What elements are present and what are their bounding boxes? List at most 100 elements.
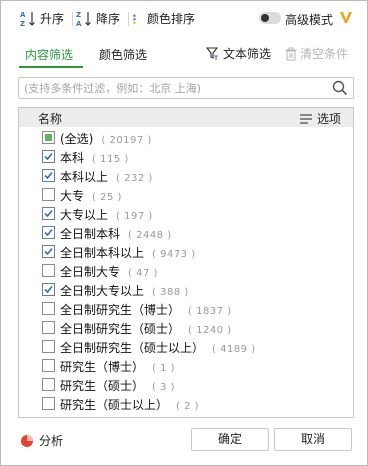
item-checkbox[interactable] xyxy=(42,302,55,315)
item-text: 全日制本科 ( 2448 ) xyxy=(60,225,172,242)
toolbar-divider xyxy=(128,12,129,26)
item-text: 研究生（硕士以上） ( 2 ) xyxy=(60,396,199,413)
item-label: 研究生（硕士以上） xyxy=(60,398,169,412)
svg-text:Z: Z xyxy=(76,11,81,19)
advanced-mode-label: 高级模式 xyxy=(285,13,334,27)
v-logo-icon[interactable] xyxy=(338,9,354,25)
item-count: ( 4189 ) xyxy=(212,344,256,355)
list-item[interactable]: 全日制研究生（硕士以上） ( 4189 ) xyxy=(19,337,353,356)
item-text: 研究生（博士） ( 1 ) xyxy=(60,358,175,375)
item-checkbox[interactable] xyxy=(42,169,55,182)
list-item[interactable]: 全日制本科 ( 2448 ) xyxy=(19,223,353,242)
item-checkbox[interactable] xyxy=(42,150,55,163)
list-item[interactable]: 全日制本科以上 ( 9473 ) xyxy=(19,242,353,261)
toolbar-divider xyxy=(72,12,73,26)
search-icon[interactable] xyxy=(332,80,348,96)
list-header: 名称 选项 xyxy=(19,108,353,127)
item-count: ( 232 ) xyxy=(116,173,153,184)
list-item[interactable]: 大专以上 ( 197 ) xyxy=(19,204,353,223)
sort-descending-button[interactable]: Z A 降序 xyxy=(76,7,120,29)
item-text: 全日制研究生（硕士） ( 1240 ) xyxy=(60,320,232,337)
list-item[interactable]: 研究生（硕士以上） ( 2 ) xyxy=(19,394,353,413)
item-label: 本科以上 xyxy=(60,170,109,184)
clear-conditions-label: 清空条件 xyxy=(300,47,349,61)
sort-descending-label: 降序 xyxy=(96,11,121,26)
options-button[interactable]: 选项 xyxy=(299,110,341,127)
item-label: 全日制大专 xyxy=(60,265,121,279)
svg-text:A: A xyxy=(76,20,82,27)
item-label: 全日制研究生（硕士） xyxy=(60,322,181,336)
active-tab-indicator xyxy=(19,66,83,68)
item-count: ( 3 ) xyxy=(152,382,176,393)
item-checkbox[interactable] xyxy=(42,226,55,239)
list-item[interactable]: 大专 ( 25 ) xyxy=(19,185,353,204)
search-input[interactable] xyxy=(24,80,324,96)
item-label: 大专 xyxy=(60,189,85,203)
list-item[interactable]: 本科以上 ( 232 ) xyxy=(19,166,353,185)
item-count: ( 2 ) xyxy=(176,401,200,412)
item-label: 全日制研究生（博士） xyxy=(60,303,181,317)
checkmark-icon xyxy=(44,247,53,256)
item-text: 全日制本科以上 ( 9473 ) xyxy=(60,244,196,261)
select-all-checkbox[interactable] xyxy=(42,131,55,144)
svg-text:A: A xyxy=(20,11,26,19)
sort-ascending-button[interactable]: A Z 升序 xyxy=(20,7,64,29)
advanced-mode-toggle[interactable] xyxy=(259,12,281,24)
item-count: ( 1240 ) xyxy=(188,325,232,336)
analyze-button[interactable]: 分析 xyxy=(20,432,63,449)
item-label: 研究生（博士） xyxy=(60,360,145,374)
list-item[interactable]: 本科 ( 115 ) xyxy=(19,147,353,166)
item-text: 全日制研究生（博士） ( 1837 ) xyxy=(60,301,232,318)
item-text: 研究生（硕士） ( 3 ) xyxy=(60,377,175,394)
item-label: 全日制本科 xyxy=(60,227,121,241)
checkmark-icon xyxy=(44,152,53,161)
item-label: 研究生（硕士） xyxy=(60,379,145,393)
item-checkbox[interactable] xyxy=(42,264,55,277)
color-sort-button[interactable]: 颜色排序 xyxy=(132,7,195,29)
color-sort-label: 颜色排序 xyxy=(147,11,196,26)
item-checkbox[interactable] xyxy=(42,397,55,410)
item-checkbox[interactable] xyxy=(42,340,55,353)
list-item[interactable]: 全日制研究生（硕士） ( 1240 ) xyxy=(19,318,353,337)
list-item[interactable]: 全日制大专 ( 47 ) xyxy=(19,261,353,280)
item-checkbox[interactable] xyxy=(42,207,55,220)
clear-conditions-button[interactable]: 清空条件 xyxy=(285,45,348,62)
svg-text:Z: Z xyxy=(20,20,25,27)
item-checkbox[interactable] xyxy=(42,378,55,391)
item-checkbox[interactable] xyxy=(42,245,55,258)
text-filter-label: 文本筛选 xyxy=(223,47,272,61)
list-item[interactable]: 全日制研究生（博士） ( 1837 ) xyxy=(19,299,353,318)
list-item[interactable]: 研究生（硕士） ( 3 ) xyxy=(19,375,353,394)
item-checkbox[interactable] xyxy=(42,321,55,334)
item-count: ( 47 ) xyxy=(128,268,158,279)
sort-descending-icon: Z A xyxy=(76,11,91,27)
item-count: ( 2448 ) xyxy=(128,230,172,241)
item-label: 全日制本科以上 xyxy=(60,246,145,260)
tab-color-filter[interactable]: 颜色筛选 xyxy=(99,46,147,63)
tab-content-filter[interactable]: 内容筛选 xyxy=(25,46,73,63)
ok-button[interactable]: 确定 xyxy=(191,428,269,451)
item-label: 全日制研究生（硕士以上） xyxy=(60,341,205,355)
pie-chart-icon xyxy=(21,434,33,447)
item-checkbox[interactable] xyxy=(42,283,55,296)
sort-ascending-label: 升序 xyxy=(40,11,65,26)
item-count: ( 20197 ) xyxy=(101,135,152,146)
cancel-button[interactable]: 取消 xyxy=(274,428,352,451)
search-box xyxy=(18,77,354,99)
item-label: 本科 xyxy=(60,151,85,165)
list-item[interactable]: 研究生（博士） ( 1 ) xyxy=(19,356,353,375)
item-count: ( 115 ) xyxy=(92,154,129,165)
item-label: 大专以上 xyxy=(60,208,109,222)
list-item[interactable]: 全日制大专以上 ( 388 ) xyxy=(19,280,353,299)
item-checkbox[interactable] xyxy=(42,188,55,201)
text-filter-button[interactable]: T 文本筛选 xyxy=(206,45,271,62)
item-checkbox[interactable] xyxy=(42,359,55,372)
list-item[interactable]: (全选) ( 20197 ) xyxy=(19,128,353,147)
item-text: 全日制大专 ( 47 ) xyxy=(60,263,158,280)
item-count: ( 1837 ) xyxy=(188,306,232,317)
item-label: (全选) xyxy=(60,132,94,146)
name-column-header: 名称 xyxy=(38,112,63,126)
color-sort-icon xyxy=(133,14,136,24)
item-text: (全选) ( 20197 ) xyxy=(60,130,152,147)
filter-panel: A Z 升序 Z A 降序 颜色排序 高级模式 内容筛选 颜色筛选 T 文本筛选… xyxy=(0,0,368,466)
